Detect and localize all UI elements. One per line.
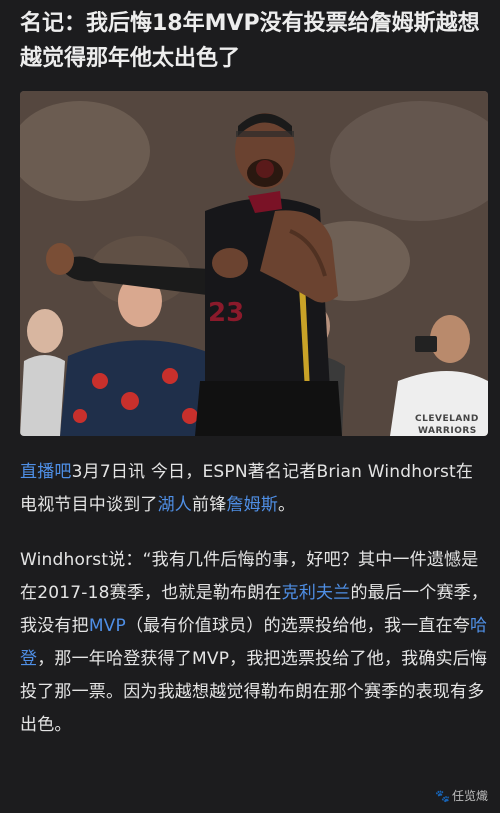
paw-icon: 🐾 [435, 789, 450, 803]
photo-illustration: CLEVELAND WARRIORS 23 [20, 91, 488, 436]
player-link[interactable]: 詹姆斯 [226, 495, 278, 515]
watermark-text: 任览熾 [451, 789, 488, 803]
article-title: 名记：我后悔18年MVP没有投票给詹姆斯越想越觉得那年他太出色了 [20, 11, 480, 71]
shirt-text-1: CLEVELAND [415, 414, 479, 424]
paragraph-2-text-4: ，那一年哈登获得了MVP，我把选票投给了他，我确实后悔投了那一票。因为我越想越觉… [20, 649, 488, 735]
city-link[interactable]: 克利夫兰 [282, 583, 351, 603]
jersey-number: 23 [208, 298, 244, 328]
mvp-link[interactable]: MVP [89, 616, 126, 636]
article-photo[interactable]: CLEVELAND WARRIORS 23 [20, 91, 488, 436]
paragraph-2-text-3: （最有价值球员）的选票投给他，我一直在夸 [125, 616, 470, 636]
watermark: 🐾 任览熾 [435, 787, 488, 804]
team-link[interactable]: 湖人 [158, 495, 192, 515]
article-paragraph-2: Windhorst说：“我有几件后悔的事，好吧？其中一件遗憾是在2017-18赛… [20, 544, 490, 742]
article-paragraph-1: 直播吧3月7日讯 今日，ESPN著名记者Brian Windhorst在电视节目… [20, 456, 490, 522]
source-link[interactable]: 直播吧 [20, 462, 72, 482]
shirt-text-2: WARRIORS [418, 426, 477, 436]
paragraph-1-text-3: 。 [278, 495, 296, 515]
paragraph-1-text-2: 前锋 [192, 495, 227, 515]
